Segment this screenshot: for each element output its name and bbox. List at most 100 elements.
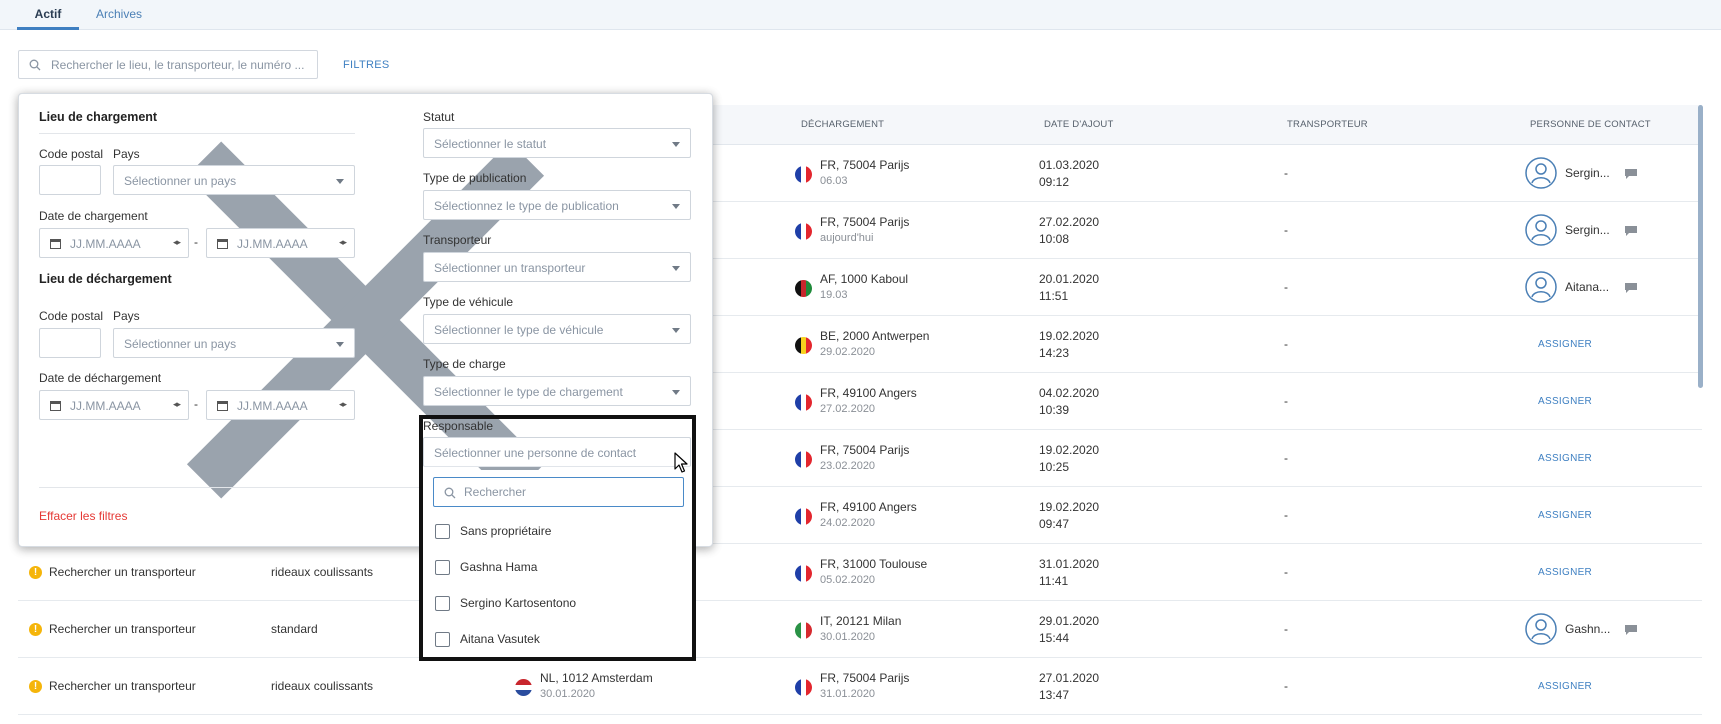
flag-icon xyxy=(795,565,812,582)
statut-select[interactable]: Sélectionner le statut xyxy=(423,128,691,158)
stepper-arrows-icon[interactable]: ◂▸ xyxy=(173,399,181,410)
date-placeholder: JJ.MM.AAAA xyxy=(70,399,141,413)
warning-icon: ! xyxy=(29,566,42,579)
destination-location: FR, 75004 Parijs xyxy=(820,215,910,229)
flag-icon xyxy=(795,280,812,297)
date-added: 19.02.2020 xyxy=(1039,329,1100,343)
destination-location: FR, 75004 Parijs xyxy=(820,443,910,457)
unloading-country-label: Pays xyxy=(113,309,140,323)
destination-date: 24.02.2020 xyxy=(820,517,876,529)
flag-icon xyxy=(795,166,812,183)
tab-actif[interactable]: Actif xyxy=(17,0,79,30)
date-added: 27.02.2020 xyxy=(1039,215,1100,229)
vehicule-select[interactable]: Sélectionner le type de véhicule xyxy=(423,314,691,344)
stepper-arrows-icon[interactable]: ◂▸ xyxy=(339,399,347,410)
transporteur-value: - xyxy=(1284,565,1288,579)
chat-icon[interactable] xyxy=(1624,225,1638,237)
time-added: 10:39 xyxy=(1039,403,1070,417)
chat-icon[interactable] xyxy=(1624,624,1638,636)
contact-name: Aitana... xyxy=(1565,280,1610,294)
chevron-down-icon xyxy=(672,328,680,333)
loading-date-to[interactable]: JJ.MM.AAAA ◂▸ xyxy=(206,228,355,258)
table-row[interactable]: ! Rechercher un transporteur rideaux couli… xyxy=(18,544,1702,601)
assign-button[interactable]: ASSIGNER xyxy=(1538,339,1592,350)
unloading-country-select[interactable]: Sélectionner un pays xyxy=(113,328,355,358)
unloading-postal-label: Code postal xyxy=(39,309,104,323)
destination-location: IT, 20121 Milan xyxy=(820,614,902,628)
transporteur-value: - xyxy=(1284,679,1288,693)
assign-button[interactable]: ASSIGNER xyxy=(1538,396,1592,407)
date-added: 01.03.2020 xyxy=(1039,158,1100,172)
avatar[interactable] xyxy=(1525,271,1557,303)
origin-location: NL, 1012 Amsterdam xyxy=(540,671,653,685)
divider xyxy=(39,133,355,134)
stepper-arrows-icon[interactable]: ◂▸ xyxy=(173,237,181,248)
transporteur-value: - xyxy=(1284,451,1288,465)
chat-icon[interactable] xyxy=(1624,168,1638,180)
filters-button[interactable]: FILTRES xyxy=(343,59,390,71)
table-row[interactable]: ! Rechercher un transporteur standard IT, 2… xyxy=(18,601,1702,658)
publication-select[interactable]: Sélectionnez le type de publication xyxy=(423,190,691,220)
flag-icon xyxy=(795,451,812,468)
header-date-ajout[interactable]: DATE D'AJOUT xyxy=(1044,119,1114,130)
status-text: Rechercher un transporteur xyxy=(49,565,196,579)
chevron-down-icon xyxy=(672,390,680,395)
transporteur-value: - xyxy=(1284,508,1288,522)
calendar-icon xyxy=(217,239,228,249)
vehicule-label: Type de véhicule xyxy=(423,295,514,309)
assign-button[interactable]: ASSIGNER xyxy=(1538,567,1592,578)
destination-date: 27.02.2020 xyxy=(820,403,876,415)
flag-icon xyxy=(795,223,812,240)
charge-select[interactable]: Sélectionner le type de chargement xyxy=(423,376,691,406)
contact-name: Gashn... xyxy=(1565,622,1611,636)
tab-bar: Actif Archives xyxy=(0,0,1721,30)
contact-name: Sergin... xyxy=(1565,166,1610,180)
loading-postal-label: Code postal xyxy=(39,147,104,161)
chevron-down-icon xyxy=(336,179,344,184)
avatar[interactable] xyxy=(1525,214,1557,246)
loading-date-from[interactable]: JJ.MM.AAAA ◂▸ xyxy=(39,228,189,258)
chevron-down-icon xyxy=(672,204,680,209)
status-text: Rechercher un transporteur xyxy=(49,679,196,693)
tab-archives[interactable]: Archives xyxy=(96,0,142,30)
assign-button[interactable]: ASSIGNER xyxy=(1538,681,1592,692)
unloading-postal-input[interactable] xyxy=(39,328,101,358)
destination-date: 19.03 xyxy=(820,289,848,301)
assign-button[interactable]: ASSIGNER xyxy=(1538,453,1592,464)
time-added: 15:44 xyxy=(1039,631,1070,645)
loading-postal-input[interactable] xyxy=(39,165,101,195)
flag-icon xyxy=(795,679,812,696)
assign-button[interactable]: ASSIGNER xyxy=(1538,510,1592,521)
calendar-icon xyxy=(50,239,61,249)
transporteur-select[interactable]: Sélectionner un transporteur xyxy=(423,252,691,282)
chevron-down-icon xyxy=(672,266,680,271)
destination-date: 06.03 xyxy=(820,175,848,187)
header-contact[interactable]: PERSONNE DE CONTACT xyxy=(1530,119,1651,130)
loading-date-label: Date de chargement xyxy=(39,209,148,223)
avatar[interactable] xyxy=(1525,613,1557,645)
header-transporteur[interactable]: TRANSPORTEUR xyxy=(1287,119,1368,130)
stepper-arrows-icon[interactable]: ◂▸ xyxy=(339,237,347,248)
chat-icon[interactable] xyxy=(1624,282,1638,294)
vertical-scrollbar[interactable] xyxy=(1698,105,1703,388)
mouse-cursor-icon xyxy=(674,452,688,473)
unloading-date-to[interactable]: JJ.MM.AAAA ◂▸ xyxy=(206,390,355,420)
statut-placeholder: Sélectionner le statut xyxy=(434,137,547,151)
table-row[interactable]: ! Rechercher un transporteur rideaux couli… xyxy=(18,658,1702,715)
header-dechargement[interactable]: DÉCHARGEMENT xyxy=(801,119,884,130)
unloading-date-from[interactable]: JJ.MM.AAAA ◂▸ xyxy=(39,390,189,420)
warning-icon: ! xyxy=(29,623,42,636)
date-added: 27.01.2020 xyxy=(1039,671,1100,685)
highlight-box xyxy=(419,415,696,661)
transporteur-value: - xyxy=(1284,223,1288,237)
flag-icon xyxy=(795,337,812,354)
destination-location: FR, 49100 Angers xyxy=(820,500,917,514)
destination-date: 05.02.2020 xyxy=(820,574,876,586)
avatar[interactable] xyxy=(1525,157,1557,189)
charge-placeholder: Sélectionner le type de chargement xyxy=(434,385,623,399)
loading-country-select[interactable]: Sélectionner un pays xyxy=(113,165,355,195)
date-placeholder: JJ.MM.AAAA xyxy=(237,399,308,413)
search-input[interactable]: Rechercher le lieu, le transporteur, le … xyxy=(18,50,318,79)
destination-location: BE, 2000 Antwerpen xyxy=(820,329,930,343)
clear-filters-button[interactable]: Effacer les filtres xyxy=(39,509,127,523)
